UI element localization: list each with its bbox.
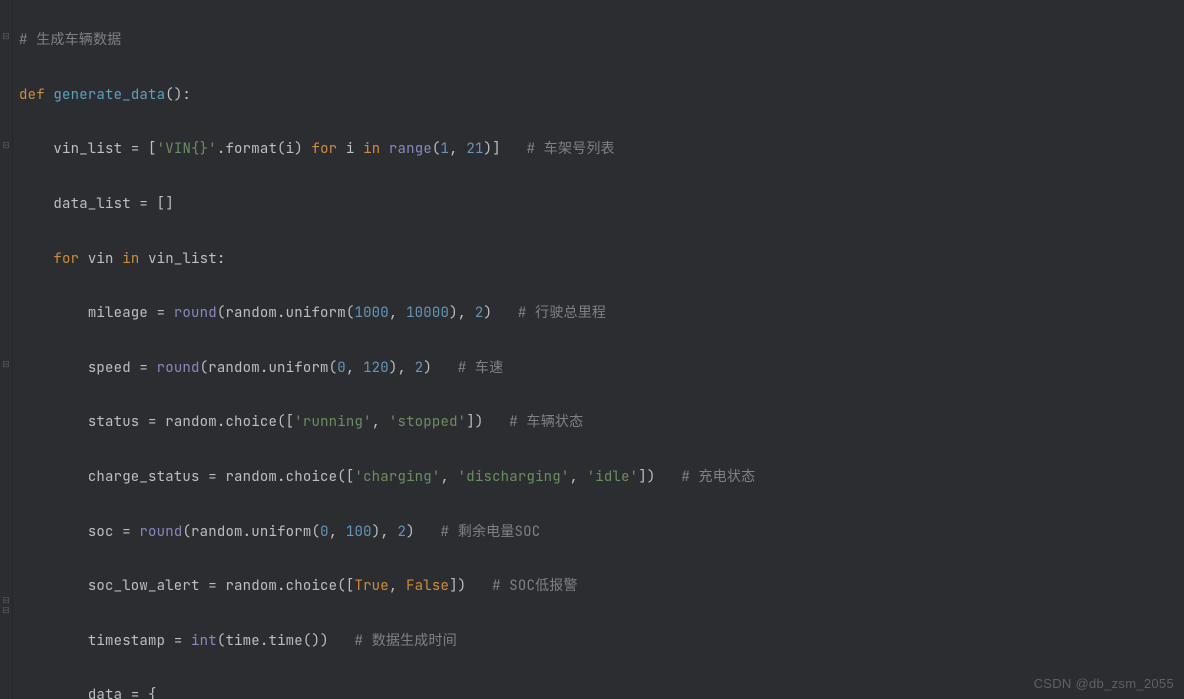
comment: # 数据生成时间 [355, 632, 457, 650]
function-name: generate_data [53, 86, 165, 104]
builtin-round: round [174, 304, 217, 322]
builtin-range: range [389, 140, 432, 158]
code-line[interactable]: for vin in vin_list: [19, 246, 755, 273]
fold-icon[interactable]: ⊟ [2, 360, 10, 368]
fold-icon[interactable]: ⊟ [2, 32, 10, 40]
code-line[interactable]: data = { [19, 682, 755, 699]
comment: # 剩余电量SOC [441, 523, 541, 541]
bool-true: True [354, 577, 388, 595]
code-line[interactable]: soc = round(random.uniform(0, 100), 2) #… [19, 519, 755, 546]
fold-icon[interactable]: ⊟ [2, 596, 10, 604]
comment: # 生成车辆数据 [19, 31, 121, 49]
comment: # SOC低报警 [492, 577, 578, 595]
code-line[interactable]: charge_status = random.choice(['charging… [19, 464, 755, 491]
builtin-int: int [191, 632, 217, 650]
string-literal: 'VIN{}' [157, 140, 217, 158]
gutter: ⊟ ⊟ ⊟ ⊟ ⊟ [0, 0, 13, 699]
code-line[interactable]: status = random.choice(['running', 'stop… [19, 409, 755, 436]
comment: # 车辆状态 [509, 413, 583, 431]
code-line[interactable]: soc_low_alert = random.choice([True, Fal… [19, 573, 755, 600]
comment: # 车速 [458, 359, 504, 377]
bool-false: False [406, 577, 449, 595]
code-line[interactable]: vin_list = ['VIN{}'.format(i) for i in r… [19, 136, 755, 163]
code-line[interactable]: timestamp = int(time.time()) # 数据生成时间 [19, 628, 755, 655]
watermark: CSDN @db_zsm_2055 [1034, 676, 1174, 691]
fold-icon[interactable]: ⊟ [2, 606, 10, 614]
comment: # 充电状态 [681, 468, 755, 486]
code-editor[interactable]: ⊟ ⊟ ⊟ ⊟ ⊟ # 生成车辆数据 def generate_data(): … [0, 0, 1184, 699]
comment: # 行驶总里程 [518, 304, 606, 322]
code-area[interactable]: # 生成车辆数据 def generate_data(): vin_list =… [13, 0, 761, 699]
keyword-def: def [19, 86, 45, 104]
code-line[interactable]: speed = round(random.uniform(0, 120), 2)… [19, 355, 755, 382]
code-line[interactable]: def generate_data(): [19, 82, 755, 109]
comment: # 车架号列表 [527, 140, 615, 158]
code-line[interactable]: mileage = round(random.uniform(1000, 100… [19, 300, 755, 327]
code-line[interactable]: data_list = [] [19, 191, 755, 218]
fold-icon[interactable]: ⊟ [2, 141, 10, 149]
code-line[interactable]: # 生成车辆数据 [19, 27, 755, 54]
